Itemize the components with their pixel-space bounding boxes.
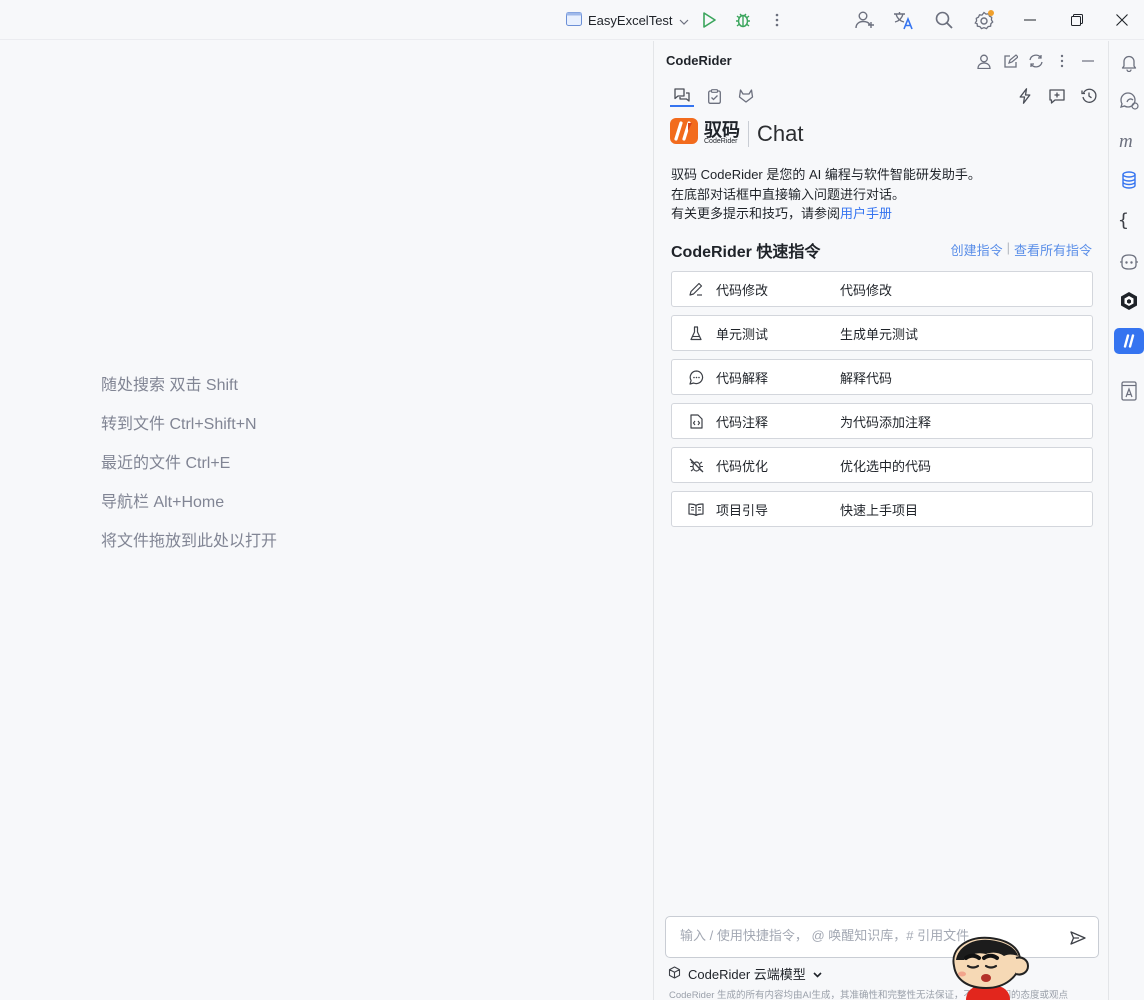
new-chat-icon[interactable] xyxy=(1045,85,1069,107)
api-icon[interactable] xyxy=(1117,379,1141,403)
command-name: 代码优化 xyxy=(716,458,769,474)
tabnine-icon[interactable] xyxy=(1117,289,1141,313)
chat-tab-icon[interactable] xyxy=(670,85,694,107)
command-name: 单元测试 xyxy=(716,326,769,342)
intro-text: 驭码 CodeRider 是您的 AI 编程与软件智能研发助手。 在底部对话框中… xyxy=(671,165,981,224)
user-manual-link[interactable]: 用户手册 xyxy=(840,206,892,221)
document-icon xyxy=(688,413,704,429)
command-desc: 为代码添加注释 xyxy=(840,414,932,430)
ai-chat-icon[interactable] xyxy=(1117,89,1141,113)
cube-icon xyxy=(668,965,681,982)
chevron-down-icon xyxy=(679,13,689,28)
chat-bubble-icon xyxy=(688,369,704,385)
create-command-link[interactable]: 创建指令 xyxy=(951,240,1003,259)
run-icon[interactable] xyxy=(697,8,721,32)
debug-icon[interactable] xyxy=(731,8,755,32)
editor-empty-area[interactable]: 随处搜索 双击 Shift 转到文件 Ctrl+Shift+N 最近的文件 Ct… xyxy=(0,41,653,1000)
account-icon[interactable] xyxy=(974,51,994,71)
database-icon[interactable] xyxy=(1117,168,1141,192)
hint-go-to-file: 转到文件 Ctrl+Shift+N xyxy=(101,416,257,433)
brand-divider xyxy=(748,120,749,147)
flash-icon[interactable] xyxy=(1013,85,1037,107)
translate-icon[interactable] xyxy=(892,8,916,32)
close-icon[interactable] xyxy=(1100,0,1144,40)
notifications-icon[interactable] xyxy=(1117,51,1141,75)
command-name: 代码注释 xyxy=(716,414,769,430)
command-desc: 解释代码 xyxy=(840,370,893,386)
command-desc: 代码修改 xyxy=(840,282,893,298)
gitlab-tab-icon[interactable] xyxy=(734,85,758,107)
flask-icon xyxy=(688,325,704,341)
minimize-icon[interactable] xyxy=(1008,0,1052,40)
link-separator: | xyxy=(1006,240,1010,255)
command-unit-test[interactable]: 单元测试 生成单元测试 xyxy=(671,315,1093,351)
add-user-icon[interactable] xyxy=(853,8,877,32)
hint-recent-files: 最近的文件 Ctrl+E xyxy=(101,455,231,472)
more-vertical-icon[interactable] xyxy=(1052,51,1072,71)
svg-text:m: m xyxy=(1119,133,1133,149)
quick-commands-links: 创建指令 | 查看所有指令 xyxy=(951,240,1092,259)
chevron-down-icon xyxy=(813,966,822,981)
chat-input-box[interactable] xyxy=(665,916,1099,958)
intro-line-1: 驭码 CodeRider 是您的 AI 编程与软件智能研发助手。 xyxy=(671,167,981,182)
clipboard-tab-icon[interactable] xyxy=(702,85,726,107)
coderider-logo-icon xyxy=(670,118,698,149)
command-name: 项目引导 xyxy=(716,502,769,518)
refresh-icon[interactable] xyxy=(1026,51,1046,71)
settings-icon[interactable] xyxy=(972,8,996,32)
search-icon[interactable] xyxy=(932,8,956,32)
restore-icon[interactable] xyxy=(1055,0,1099,40)
command-code-comment[interactable]: 代码注释 为代码添加注释 xyxy=(671,403,1093,439)
command-name: 代码修改 xyxy=(716,282,769,298)
edit-icon[interactable] xyxy=(1000,51,1020,71)
bug-off-icon xyxy=(688,457,704,473)
svg-text:{ }: { } xyxy=(1118,210,1140,230)
brand-name-cn: 驭码 xyxy=(704,119,740,140)
hint-drop-files: 将文件拖放到此处以打开 xyxy=(101,533,278,550)
history-icon[interactable] xyxy=(1077,85,1101,107)
json-icon[interactable]: { } xyxy=(1117,208,1141,232)
brand-name-en: CodeRider xyxy=(704,137,738,145)
title-bar: EasyExcelTest xyxy=(0,0,1144,40)
coderider-panel: CodeRider 驭码 CodeRider Chat 驭码 CodeRider… xyxy=(653,41,1108,1000)
right-tool-strip: m { } xyxy=(1108,41,1144,1000)
command-code-optimize[interactable]: 代码优化 优化选中的代码 xyxy=(671,447,1093,483)
command-desc: 生成单元测试 xyxy=(840,326,919,342)
hint-search-everywhere: 随处搜索 双击 Shift xyxy=(101,377,238,394)
project-window-icon xyxy=(566,11,582,29)
copilot-icon[interactable] xyxy=(1117,250,1141,274)
mascot-sticker xyxy=(946,936,1030,1000)
quick-commands-title: CodeRider 快速指令 xyxy=(671,244,821,261)
brand-chat-label: Chat xyxy=(757,120,804,146)
ai-disclaimer: CodeRider 生成的所有内容均由AI生成，其准确性和完整性无法保证，不代表… xyxy=(669,990,1069,1000)
coderider-icon[interactable] xyxy=(1114,328,1144,354)
intro-line-3: 有关更多提示和技巧，请参阅用户手册 xyxy=(671,206,893,221)
command-code-explain[interactable]: 代码解释 解释代码 xyxy=(671,359,1093,395)
command-desc: 优化选中的代码 xyxy=(840,458,932,474)
project-name: EasyExcelTest xyxy=(588,12,673,28)
send-icon[interactable] xyxy=(1068,928,1088,948)
model-label: CodeRider 云端模型 xyxy=(688,967,806,982)
command-project-guide[interactable]: 项目引导 快速上手项目 xyxy=(671,491,1093,527)
more-vertical-icon[interactable] xyxy=(765,8,789,32)
command-name: 代码解释 xyxy=(716,370,769,386)
coderider-brand: 驭码 CodeRider Chat xyxy=(670,118,803,149)
minimize-panel-icon[interactable] xyxy=(1078,51,1098,71)
book-icon xyxy=(688,501,704,517)
pencil-icon xyxy=(688,281,704,297)
intro-line-2: 在底部对话框中直接输入问题进行对话。 xyxy=(671,186,906,202)
project-selector[interactable]: EasyExcelTest xyxy=(562,8,693,32)
view-all-commands-link[interactable]: 查看所有指令 xyxy=(1014,240,1092,259)
model-selector[interactable]: CodeRider 云端模型 xyxy=(668,964,822,983)
maven-icon[interactable]: m xyxy=(1117,129,1141,153)
hint-navigation-bar: 导航栏 Alt+Home xyxy=(101,494,225,511)
command-code-modify[interactable]: 代码修改 代码修改 xyxy=(671,271,1093,307)
command-desc: 快速上手项目 xyxy=(840,502,919,518)
panel-title: CodeRider xyxy=(666,53,732,68)
